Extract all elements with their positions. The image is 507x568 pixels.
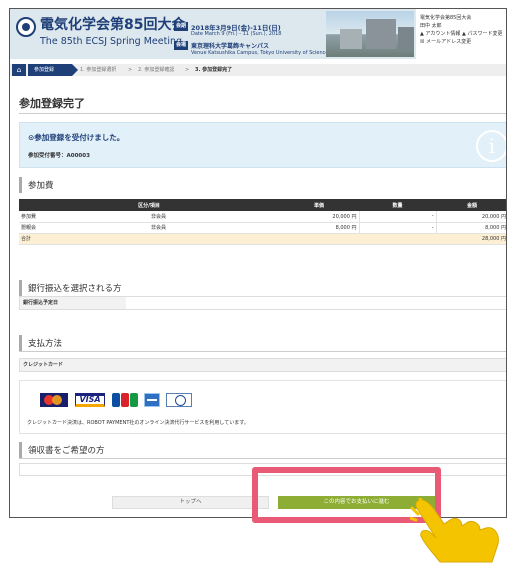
credit-card-row: クレジットカード	[19, 358, 506, 372]
card-logos: VISA クレジットカード決済は、ROBOT PAYMENT社のオンライン決済代…	[19, 380, 506, 434]
fee-header-unit: 単価	[279, 199, 359, 211]
info-icon: i	[476, 130, 506, 162]
meeting-date-en: Date March 9 (Fri.) - 11 (Sun.), 2018	[191, 31, 282, 37]
payment-note: クレジットカード決済は、ROBOT PAYMENT社のオンライン決済代行サービス…	[27, 420, 249, 426]
email-change-link[interactable]: ☒ メールアドレス変更	[420, 38, 504, 46]
mastercard-icon	[40, 393, 68, 407]
fee-qty: -	[358, 222, 436, 234]
pointing-hand-icon	[410, 498, 499, 563]
breadcrumb-current[interactable]: 参加登録	[28, 64, 78, 76]
browser-frame: 電気化学会第85回大会 The 85th ECSJ Spring Meeting…	[9, 8, 507, 518]
fee-table-header: 区分/項目 単価 数量 金額	[19, 199, 506, 211]
breadcrumb: ⌂ 参加登録 1. 参加登録選択 > 2. 参加登録確認 > 3. 参加登録完了	[10, 64, 506, 76]
chevron-right-icon: >	[128, 67, 133, 73]
breadcrumb-step-2: 2. 参加登録確認	[138, 67, 175, 73]
chevron-right-icon: >	[185, 67, 190, 73]
user-panel-title: 電気化学会第85回大会	[420, 15, 472, 21]
amex-icon	[144, 393, 160, 407]
section-bank-title: 銀行振込を選択される方	[28, 284, 122, 294]
account-links[interactable]: ▲ アカウント情報 ▲ パスワード変更	[420, 30, 504, 38]
date-tag: 会期	[174, 22, 188, 31]
meeting-venue-en: Venue Katsushika Campus, Tokyo Universit…	[191, 50, 329, 56]
bank-date-row: 銀行振込予定日	[19, 296, 506, 310]
section-payment-title: 支払方法	[28, 339, 63, 349]
fee-total-label: 合計	[19, 233, 436, 245]
site-header: 電気化学会第85回大会 The 85th ECSJ Spring Meeting…	[10, 9, 506, 59]
society-logo	[16, 17, 36, 37]
meeting-title: 電気化学会第85回大会	[40, 17, 186, 33]
fee-item: 参加費	[19, 211, 149, 223]
fee-qty: -	[358, 211, 436, 223]
section-receipt-title: 領収書をご希望の方	[28, 446, 105, 456]
bank-date-label: 銀行振込予定日	[20, 297, 126, 309]
user-name: 田中 太郎	[420, 23, 442, 29]
divider	[19, 351, 506, 352]
meeting-title-en: The 85th ECSJ Spring Meeting	[40, 36, 183, 47]
breadcrumb-step-3: 3. 参加登録完了	[195, 67, 233, 73]
section-fees: 参加費	[19, 177, 506, 193]
fee-amount: 20,000 円	[435, 211, 506, 223]
fee-total-row: 合計 28,000 円	[19, 233, 506, 245]
user-panel: 電気化学会第85回大会 田中 太郎 ▲ アカウント情報 ▲ パスワード変更 ☒ …	[416, 9, 506, 59]
visa-icon: VISA	[75, 393, 105, 407]
diners-club-icon	[166, 393, 192, 407]
table-row: 参加費 非会員 20,000 円 - 20,000 円	[19, 211, 506, 223]
fee-header-item: 区分/項目	[19, 199, 279, 211]
completion-message: ⊙参加登録を受付けました。	[28, 133, 125, 142]
fee-amount: 8,000 円	[435, 222, 506, 234]
page-title: 参加登録完了	[19, 97, 85, 110]
section-fees-title: 参加費	[28, 181, 54, 191]
completion-notice: ⊙参加登録を受付けました。 参加受付番号：A00003 i	[19, 122, 506, 168]
jcb-icon	[112, 393, 138, 407]
fee-header-qty: 数量	[359, 199, 436, 211]
registration-number: 参加受付番号：A00003	[28, 153, 90, 159]
campus-photo	[326, 11, 414, 57]
home-icon[interactable]: ⌂	[12, 64, 26, 76]
meeting-venue: 東京理科大学葛飾キャンパス	[191, 43, 270, 50]
fee-type: 非会員	[149, 211, 279, 223]
top-page-button[interactable]: トップへ	[112, 496, 269, 509]
fee-unit: 8,000 円	[279, 222, 359, 234]
fee-total-amount: 28,000 円	[436, 233, 506, 245]
section-receipt: 領収書をご希望の方	[19, 442, 506, 458]
breadcrumb-step-1: 1. 参加登録選択	[80, 67, 117, 73]
table-row: 懇親会 非会員 8,000 円 - 8,000 円	[19, 222, 506, 234]
title-divider	[19, 113, 506, 114]
fee-table: 区分/項目 単価 数量 金額 参加費 非会員 20,000 円 - 20,000…	[19, 199, 506, 245]
fee-header-amount: 金額	[436, 199, 506, 211]
fee-item: 懇親会	[19, 222, 149, 234]
fee-type: 非会員	[149, 222, 279, 234]
venue-tag: 会場	[174, 41, 188, 50]
credit-card-label: クレジットカード	[20, 359, 126, 371]
fee-unit: 20,000 円	[279, 211, 359, 223]
divider	[19, 458, 506, 459]
section-bank-transfer: 銀行振込を選択される方	[19, 280, 506, 296]
section-payment-method: 支払方法	[19, 335, 506, 351]
